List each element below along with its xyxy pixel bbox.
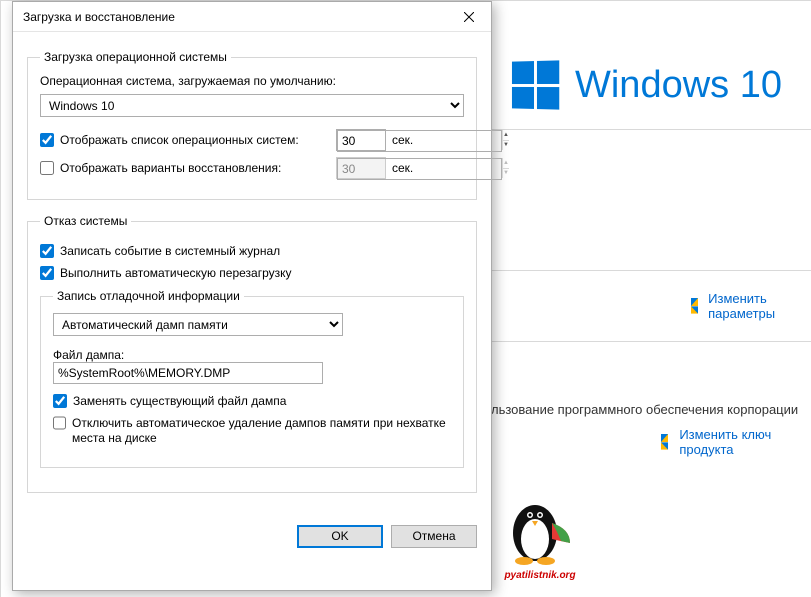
seconds-unit: сек. xyxy=(392,161,413,175)
change-settings-link[interactable]: Изменить параметры xyxy=(691,291,811,321)
windows-logo-icon xyxy=(512,60,559,109)
titlebar: Загрузка и восстановление xyxy=(13,2,491,32)
link-text: Изменить ключ продукта xyxy=(679,427,811,457)
default-os-select[interactable]: Windows 10 xyxy=(40,94,464,117)
link-text: Изменить параметры xyxy=(708,291,811,321)
startup-recovery-dialog: Загрузка и восстановление Загрузка опера… xyxy=(12,1,492,591)
debug-info-group: Запись отладочной информации Автоматичес… xyxy=(40,289,464,468)
chevron-up-icon: ▲ xyxy=(503,158,509,169)
separator xyxy=(481,270,811,271)
dump-file-input[interactable] xyxy=(53,362,323,384)
separator xyxy=(481,341,811,342)
chevron-up-icon[interactable]: ▲ xyxy=(503,130,509,141)
system-failure-group: Отказ системы Записать событие в системн… xyxy=(27,214,477,493)
dialog-button-row: OK Отмена xyxy=(13,517,491,562)
seconds-unit: сек. xyxy=(392,133,413,147)
dump-type-select[interactable]: Автоматический дамп памяти xyxy=(53,313,343,336)
log-event-checkbox[interactable] xyxy=(40,244,54,258)
ok-button[interactable]: OK xyxy=(297,525,383,548)
show-os-list-label: Отображать список операционных систем: xyxy=(60,133,330,147)
shield-icon xyxy=(661,434,673,450)
os-list-seconds-spinner[interactable]: ▲ ▼ xyxy=(336,129,386,151)
overwrite-dump-label: Заменять существующий файл дампа xyxy=(73,394,286,410)
watermark-text: pyatilistnik.org xyxy=(495,570,585,581)
show-recovery-checkbox[interactable] xyxy=(40,161,54,175)
watermark-logo: pyatilistnik.org xyxy=(495,495,585,585)
log-event-label: Записать событие в системный журнал xyxy=(60,244,280,260)
show-recovery-label: Отображать варианты восстановления: xyxy=(60,161,330,175)
chevron-down-icon: ▼ xyxy=(503,169,509,179)
change-product-key-link[interactable]: Изменить ключ продукта xyxy=(661,427,811,457)
activation-text: льзование программного обеспечения корпо… xyxy=(491,402,811,417)
system-boot-legend: Загрузка операционной системы xyxy=(40,50,231,64)
cancel-button[interactable]: Отмена xyxy=(391,525,477,548)
show-os-list-checkbox[interactable] xyxy=(40,133,54,147)
recovery-seconds-spinner: ▲ ▼ xyxy=(336,157,386,179)
os-list-seconds-input[interactable] xyxy=(337,130,502,152)
dialog-title: Загрузка и восстановление xyxy=(23,10,447,24)
auto-restart-label: Выполнить автоматическую перезагрузку xyxy=(60,266,292,282)
disable-auto-delete-label: Отключить автоматическое удаление дампов… xyxy=(72,416,451,447)
disable-auto-delete-checkbox[interactable] xyxy=(53,416,66,430)
recovery-seconds-input xyxy=(337,158,502,180)
default-os-label: Операционная система, загружаемая по умо… xyxy=(40,74,464,88)
close-icon xyxy=(464,12,474,22)
dump-file-label: Файл дампа: xyxy=(53,348,451,362)
auto-restart-checkbox[interactable] xyxy=(40,266,54,280)
system-failure-legend: Отказ системы xyxy=(40,214,131,228)
chevron-down-icon[interactable]: ▼ xyxy=(503,141,509,151)
shield-icon xyxy=(691,298,702,314)
dialog-body: Загрузка операционной системы Операционн… xyxy=(13,32,491,517)
windows-brand-text: Windows 10 xyxy=(575,64,782,107)
windows-brand-row: Windows 10 xyxy=(481,61,811,109)
overwrite-dump-checkbox[interactable] xyxy=(53,394,67,408)
close-button[interactable] xyxy=(447,2,491,32)
debug-info-legend: Запись отладочной информации xyxy=(53,289,244,303)
system-boot-group: Загрузка операционной системы Операционн… xyxy=(27,50,477,200)
separator xyxy=(481,129,811,130)
